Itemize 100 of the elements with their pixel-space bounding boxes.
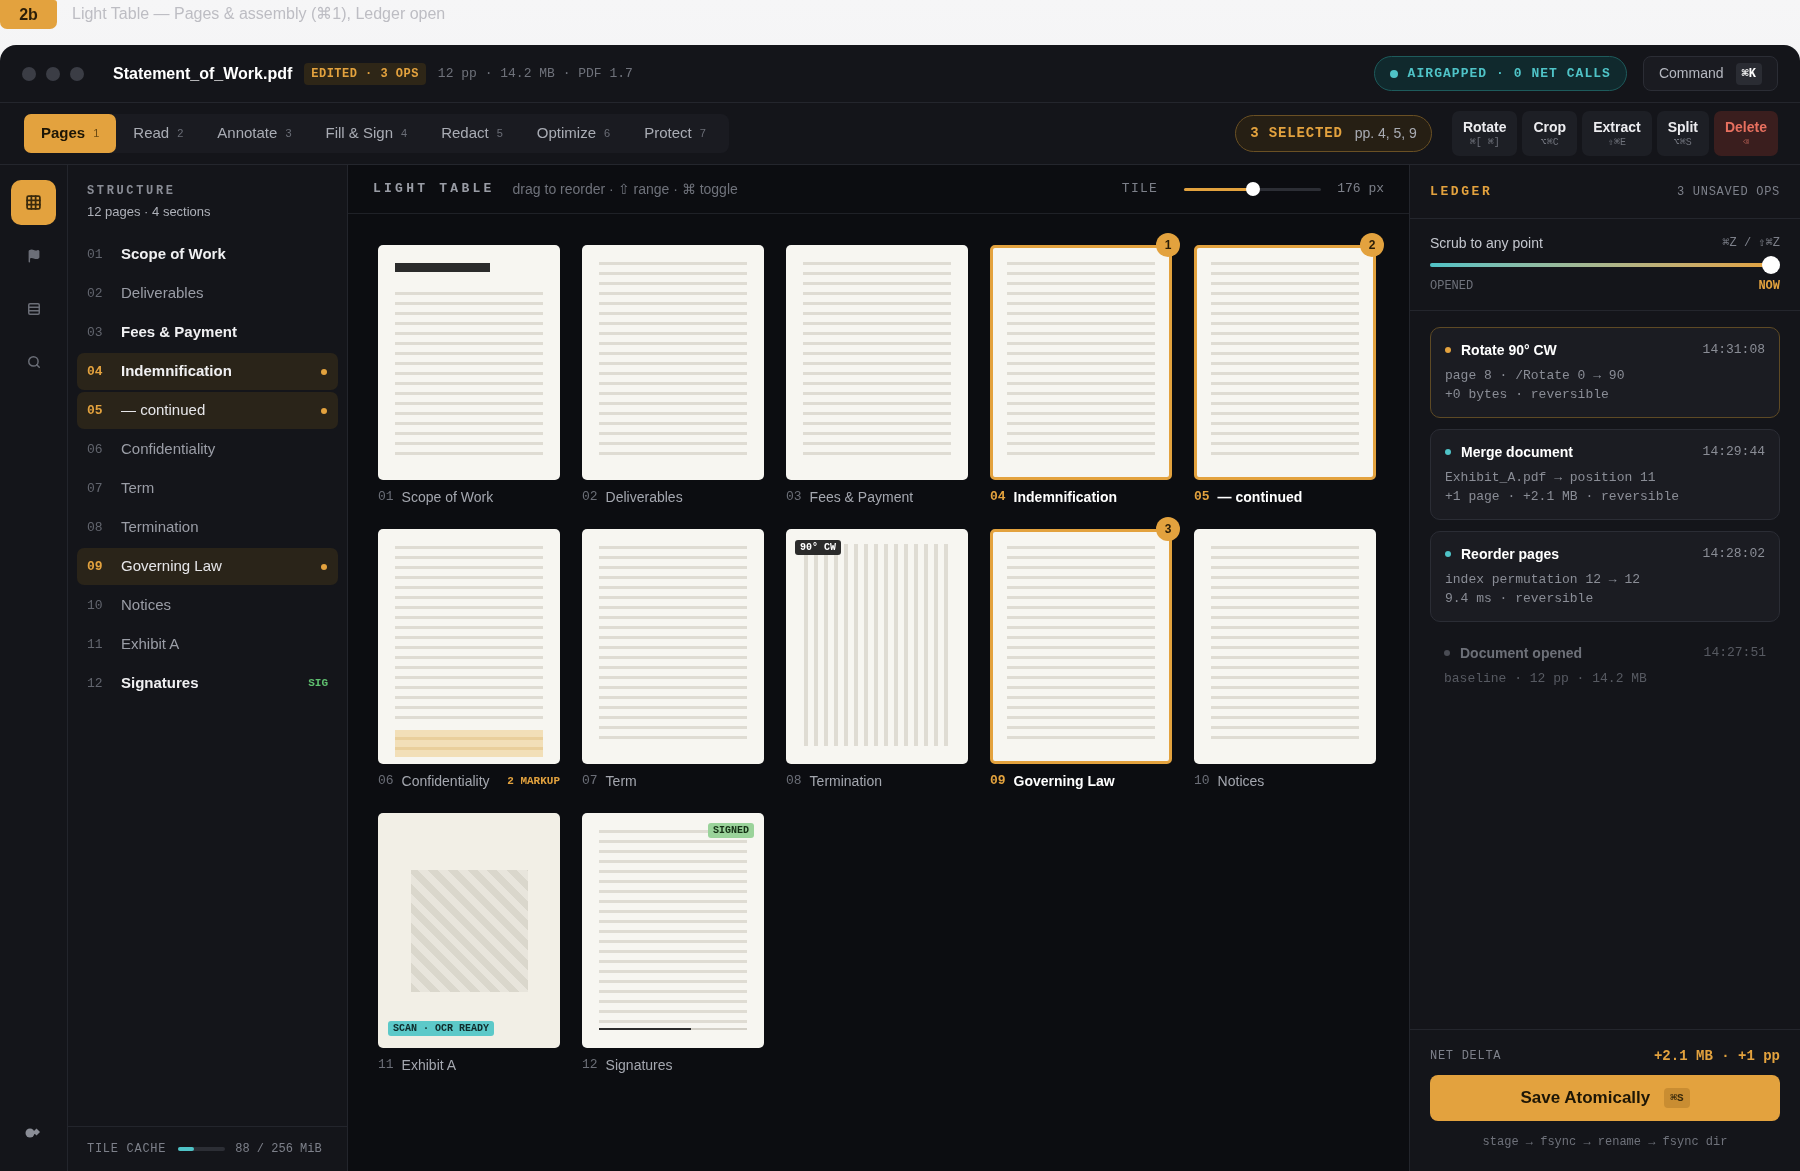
markup-count-tag: 2 MARKUP [507, 772, 560, 790]
selection-order-badge: 1 [1156, 233, 1180, 257]
selection-pages: pp. 4, 5, 9 [1354, 124, 1417, 143]
outline-item[interactable]: 04 Indemnification [77, 353, 338, 390]
caption-text: Light Table — Pages & assembly (⌘1), Ledger open [72, 4, 446, 24]
tab[interactable]: Read 2 [116, 114, 201, 153]
outline-item[interactable]: 01 Scope of Work [77, 236, 338, 273]
page-number: 11 [378, 1056, 394, 1075]
page-number: 01 [378, 488, 394, 507]
selection-count: 3 SELECTED [1250, 124, 1343, 143]
section-heading: STRUCTURE [87, 183, 177, 199]
history-scrubber[interactable] [1430, 256, 1780, 274]
page-thumbnail[interactable] [582, 529, 764, 764]
caption-badge: 2b [0, 0, 57, 29]
tile-size-slider[interactable] [1184, 182, 1322, 196]
save-pipeline-note: stage → fsync → rename → fsync dir [1481, 1134, 1729, 1151]
page-thumbnail[interactable]: 90° CW [786, 529, 968, 764]
page-number: 03 [786, 488, 802, 507]
toolbar-button[interactable]: Rotate ⌘[ ⌘] [1451, 111, 1518, 156]
page-number: 10 [1194, 772, 1210, 791]
page-title: Notices [1217, 771, 1265, 791]
entry-time: 14:31:08 [1702, 341, 1765, 360]
document-meta: 12 pp · 14.2 MB · PDF 1.7 [437, 64, 633, 83]
scrub-start-label: OPENED [1430, 278, 1474, 295]
net-delta-label: NET DELTA [1430, 1048, 1502, 1065]
page-title: Confidentiality [401, 771, 490, 791]
page-thumbnail[interactable]: SCAN · OCR READY [378, 813, 560, 1048]
page-number: 04 [990, 488, 1006, 507]
page-number: 07 [582, 772, 598, 791]
page-title: Fees & Payment [809, 487, 914, 507]
entry-detail: +1 page · +2.1 MB · reversible [1445, 488, 1681, 506]
page-thumbnail[interactable] [786, 245, 968, 480]
page-number: 05 [1194, 488, 1210, 507]
page-number: 08 [786, 772, 802, 791]
signature-tag: SIG [308, 675, 328, 692]
toolbar-button[interactable]: Extract ⇧⌘E [1582, 111, 1652, 156]
toolbar-button[interactable]: Split ⌥⌘S [1656, 111, 1709, 156]
entry-time: 14:28:02 [1702, 545, 1765, 564]
scrub-label: Scrub to any point [1430, 233, 1543, 253]
outline-item[interactable]: 12 Signatures SIG [77, 665, 338, 702]
entry-title: Rotate 90° CW [1461, 340, 1557, 360]
net-delta-value: +2.1 MB · +1 pp [1653, 1046, 1780, 1066]
structure-summary: 12 pages · 4 sections [87, 203, 212, 221]
outline-item[interactable]: 09 Governing Law [77, 548, 338, 585]
tab[interactable]: Pages 1 [24, 114, 117, 153]
tab[interactable]: Fill & Sign 4 [308, 114, 425, 153]
page-number: 09 [990, 772, 1006, 791]
scan-status-badge: SCAN · OCR READY [388, 1021, 494, 1036]
window-control-icon[interactable] [46, 66, 60, 81]
outline-item[interactable]: 10 Notices [77, 587, 338, 624]
toolbar-button[interactable]: Crop ⌥⌘C [1522, 111, 1578, 156]
page-thumbnail[interactable] [1194, 529, 1376, 764]
page-thumbnail[interactable]: SIGNED [582, 813, 764, 1048]
signed-badge: SIGNED [708, 823, 754, 838]
outline-item[interactable]: 02 Deliverables [77, 275, 338, 312]
page-thumbnail[interactable] [378, 245, 560, 480]
tab[interactable]: Annotate 3 [200, 114, 309, 153]
entry-title: Merge document [1461, 442, 1573, 462]
page-thumbnail[interactable] [582, 245, 764, 480]
connector-icon[interactable] [25, 1128, 42, 1138]
shortcut-key: ⌘K [1735, 62, 1762, 85]
outline-item[interactable]: 05 — continued [77, 392, 338, 429]
delete-button[interactable]: Delete ⌫ [1713, 111, 1778, 156]
scrubber-thumb[interactable] [1762, 256, 1780, 274]
unsaved-count: 3 UNSAVED OPS [1677, 183, 1780, 201]
tab[interactable]: Protect 7 [627, 114, 723, 153]
save-button[interactable]: Save Atomically ⌘S [1430, 1075, 1780, 1121]
rotation-badge: 90° CW [795, 540, 841, 555]
outline-item[interactable]: 03 Fees & Payment [77, 314, 338, 351]
page-title: Scope of Work [401, 487, 494, 507]
outline-item[interactable]: 07 Term [77, 470, 338, 507]
entry-detail: page 8 · /Rotate 0 → 90 [1445, 367, 1626, 385]
window-control-icon[interactable] [22, 66, 36, 81]
page-title: Governing Law [1013, 771, 1115, 791]
entry-title: Reorder pages [1461, 544, 1560, 564]
entry-detail: 9.4 ms · reversible [1445, 590, 1595, 608]
page-title: Deliverables [605, 487, 683, 507]
outline-item[interactable]: 06 Confidentiality [77, 431, 338, 468]
page-title: Term [605, 771, 637, 791]
outline-item[interactable]: 11 Exhibit A [77, 626, 338, 663]
entry-detail: Exhibit_A.pdf → position 11 [1445, 469, 1657, 487]
document-title: Statement_of_Work.pdf [113, 63, 293, 84]
panel-hint: drag to reorder · ⇧ range · ⌘ toggle [512, 179, 738, 199]
command-button[interactable]: Command ⌘K [1642, 56, 1778, 91]
window-control-icon[interactable] [70, 66, 84, 81]
page-number: 02 [582, 488, 598, 507]
slider-thumb[interactable] [1245, 182, 1260, 196]
entry-title: Document opened [1460, 643, 1583, 663]
tile-size-value: 176 px [1337, 180, 1384, 199]
undo-redo-shortcut: ⌘Z / ⇧⌘Z [1722, 235, 1780, 252]
shortcut-key: ⌘S [1664, 1087, 1690, 1109]
entry-detail: index permutation 12 → 12 [1445, 571, 1642, 589]
outline-item[interactable]: 08 Termination [77, 509, 338, 546]
search-icon [26, 354, 41, 369]
sidebar-nav-button[interactable] [11, 180, 56, 225]
grid-icon [25, 194, 42, 211]
tab[interactable]: Redact 5 [424, 114, 520, 153]
panel-title: LIGHT TABLE [373, 180, 495, 199]
tab[interactable]: Optimize 6 [519, 114, 628, 153]
page-thumbnail[interactable] [378, 529, 560, 764]
